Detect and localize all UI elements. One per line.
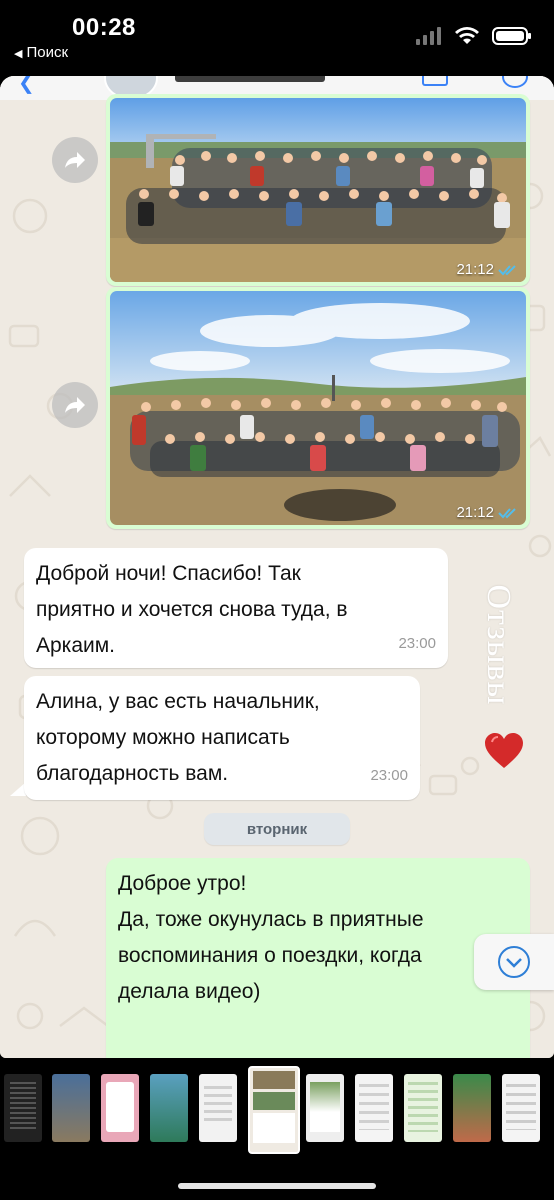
scroll-to-bottom-button[interactable] (474, 934, 554, 990)
thumbnail[interactable] (150, 1074, 188, 1142)
message-line: приятно и хочется снова туда, в (36, 598, 348, 621)
thumbnail[interactable] (453, 1074, 491, 1142)
message-time: 23:00 (398, 635, 436, 652)
thumbnail[interactable] (355, 1074, 393, 1142)
forward-arrow-icon (65, 397, 85, 413)
group-photo[interactable] (110, 291, 526, 525)
group-photo[interactable] (110, 98, 526, 282)
thumbnail[interactable] (101, 1074, 139, 1142)
back-label: Поиск (26, 44, 69, 61)
message-line: Аркаим. (36, 634, 116, 657)
photo-message[interactable]: 21:12 (106, 94, 530, 286)
day-separator: вторник (204, 813, 350, 845)
chat-back-icon[interactable]: ❮ (18, 76, 35, 95)
thumbnail[interactable] (306, 1074, 344, 1142)
overlay-caption: Отзывы (478, 564, 518, 724)
photo-time: 21:12 (456, 504, 494, 521)
forward-arrow-icon (65, 152, 85, 168)
wifi-icon (455, 27, 479, 44)
double-check-icon (498, 507, 516, 518)
status-bar: 00:28 ◀ Поиск (0, 0, 554, 70)
heart-icon (485, 733, 523, 768)
photo-time: 21:12 (456, 261, 494, 278)
status-icons (416, 26, 532, 46)
contact-name-obscured[interactable] (175, 76, 325, 82)
incoming-message[interactable]: Доброй ночи! Спасибо! Так приятно и хоче… (24, 548, 448, 668)
message-line: которому можно написать (36, 726, 290, 749)
phone-call-icon[interactable] (502, 76, 528, 88)
double-check-icon (498, 264, 516, 275)
overlay-caption-text: Отзывы (480, 584, 517, 706)
message-line: делала видео) (118, 980, 261, 1003)
photo-meta: 21:12 (456, 504, 520, 521)
message-line: Да, тоже окунулась в приятные (118, 908, 424, 931)
message-time: 23:00 (370, 767, 408, 784)
thumbnail-strip (0, 1064, 554, 1154)
thumbnail[interactable] (52, 1074, 90, 1142)
chevron-down-icon (498, 946, 530, 978)
incoming-message[interactable]: Алина, у вас есть начальник, которому мо… (24, 676, 420, 800)
back-to-search-link[interactable]: ◀ Поиск (14, 44, 68, 61)
photo-message[interactable]: 21:12 (106, 287, 530, 529)
forward-button[interactable] (52, 382, 98, 428)
back-arrow-icon: ◀ (14, 48, 23, 60)
message-line: воспоминания о поездки, когда (118, 944, 422, 967)
photo-meta: 21:12 (456, 261, 520, 278)
thumbnail[interactable] (502, 1074, 540, 1142)
status-time: 00:28 (72, 14, 136, 41)
battery-icon (492, 27, 531, 45)
chat-screen: ❮ 21:12 21:12 Доброй ночи! Спасибо! Так … (0, 76, 554, 1058)
signal-icon (416, 27, 441, 45)
message-line: Доброй ночи! Спасибо! Так (36, 562, 301, 585)
thumbnail[interactable] (4, 1074, 42, 1142)
message-line: Доброе утро! (118, 872, 247, 895)
forward-button[interactable] (52, 137, 98, 183)
thumbnail-active[interactable] (248, 1066, 300, 1154)
home-indicator[interactable] (178, 1183, 376, 1189)
outgoing-message[interactable]: Доброе утро! Да, тоже окунулась в приятн… (106, 858, 530, 1058)
message-line: благодарность вам. (36, 762, 229, 785)
video-call-icon[interactable] (422, 76, 448, 86)
message-line: Алина, у вас есть начальник, (36, 690, 320, 713)
thumbnail[interactable] (199, 1074, 237, 1142)
thumbnail[interactable] (404, 1074, 442, 1142)
